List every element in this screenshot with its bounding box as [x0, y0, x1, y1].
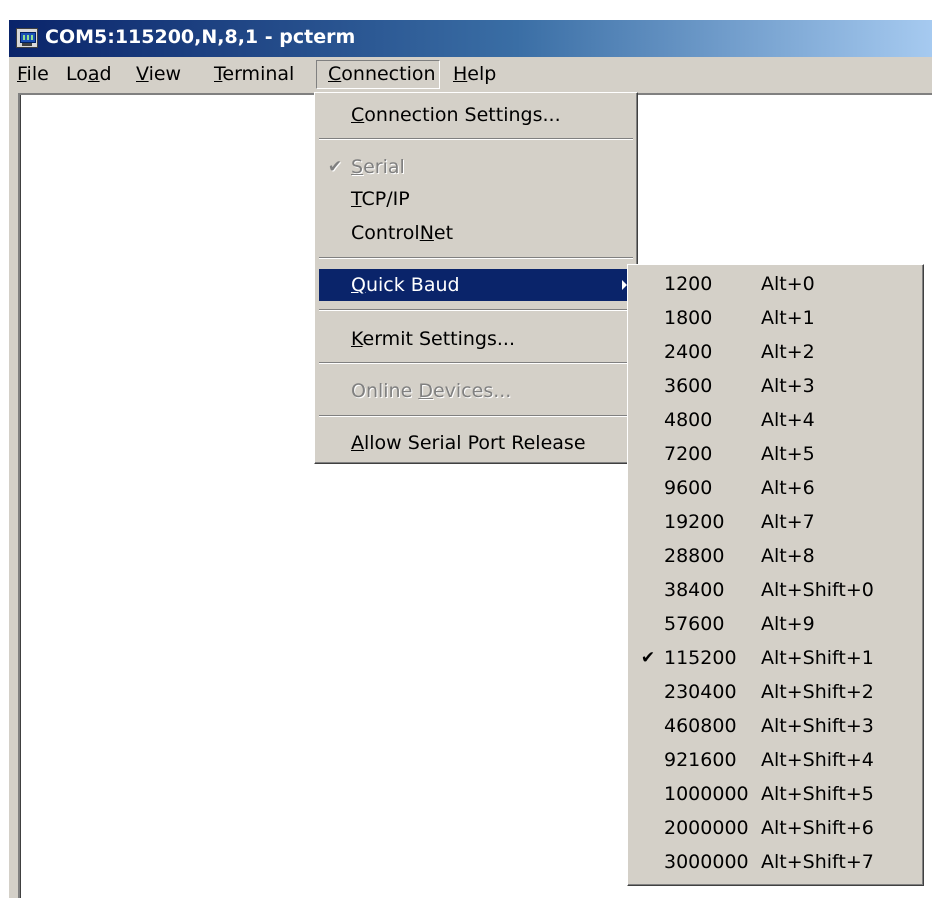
menu-terminal[interactable]: Terminal: [214, 60, 294, 89]
baud-item[interactable]: 1200 Alt+0: [632, 267, 919, 301]
connection-menu: Connection Settings... ✔ Serial TCP/IP C…: [314, 92, 638, 464]
menu-separator: [319, 415, 633, 417]
menu-item-quick-baud[interactable]: Quick Baud: [319, 269, 633, 301]
menu-item-tcpip[interactable]: TCP/IP: [319, 183, 633, 215]
menu-bar: File Load View Terminal Connection Help: [9, 57, 932, 92]
title-bar[interactable]: COM5:115200,N,8,1 - pcterm: [9, 20, 932, 57]
menu-file[interactable]: File: [17, 60, 49, 89]
baud-item[interactable]: 19200 Alt+7: [632, 505, 919, 539]
menu-separator: [319, 362, 633, 364]
baud-item-selected[interactable]: ✔ 115200 Alt+Shift+1: [632, 641, 919, 675]
menu-item-kermit-settings[interactable]: Kermit Settings...: [319, 323, 633, 355]
baud-item[interactable]: 3600 Alt+3: [632, 369, 919, 403]
menu-view[interactable]: View: [136, 60, 181, 89]
baud-item[interactable]: 460800 Alt+Shift+3: [632, 709, 919, 743]
menu-item-allow-serial-port-release[interactable]: Allow Serial Port Release: [319, 427, 633, 459]
baud-item[interactable]: 1000000 Alt+Shift+5: [632, 777, 919, 811]
menu-separator: [319, 309, 633, 311]
baud-item[interactable]: 7200 Alt+5: [632, 437, 919, 471]
baud-item[interactable]: 3000000 Alt+Shift+7: [632, 845, 919, 879]
menu-item-serial[interactable]: ✔ Serial: [319, 151, 633, 183]
menu-load[interactable]: Load: [66, 60, 112, 89]
baud-item[interactable]: 28800 Alt+8: [632, 539, 919, 573]
baud-item[interactable]: 38400 Alt+Shift+0: [632, 573, 919, 607]
terminal-app-icon[interactable]: [16, 28, 38, 48]
menu-item-controlnet[interactable]: ControlNet: [319, 217, 633, 249]
window-title: COM5:115200,N,8,1 - pcterm: [45, 26, 356, 48]
menu-separator: [319, 257, 633, 259]
menu-item-connection-settings[interactable]: Connection Settings...: [319, 99, 633, 131]
menu-separator: [319, 138, 633, 140]
quick-baud-submenu: 1200 Alt+0 1800 Alt+1 2400 Alt+2 3600 Al…: [627, 264, 924, 886]
checkmark-icon: ✔: [327, 157, 343, 177]
menu-connection[interactable]: Connection: [316, 60, 440, 89]
menu-item-online-devices[interactable]: Online Devices...: [319, 375, 633, 407]
baud-item[interactable]: 921600 Alt+Shift+4: [632, 743, 919, 777]
baud-item[interactable]: 1800 Alt+1: [632, 301, 919, 335]
baud-item[interactable]: 9600 Alt+6: [632, 471, 919, 505]
baud-item[interactable]: 230400 Alt+Shift+2: [632, 675, 919, 709]
baud-item[interactable]: 2000000 Alt+Shift+6: [632, 811, 919, 845]
baud-item[interactable]: 4800 Alt+4: [632, 403, 919, 437]
checkmark-icon: ✔: [640, 648, 656, 668]
baud-item[interactable]: 57600 Alt+9: [632, 607, 919, 641]
baud-item[interactable]: 2400 Alt+2: [632, 335, 919, 369]
menu-help[interactable]: Help: [453, 60, 496, 89]
